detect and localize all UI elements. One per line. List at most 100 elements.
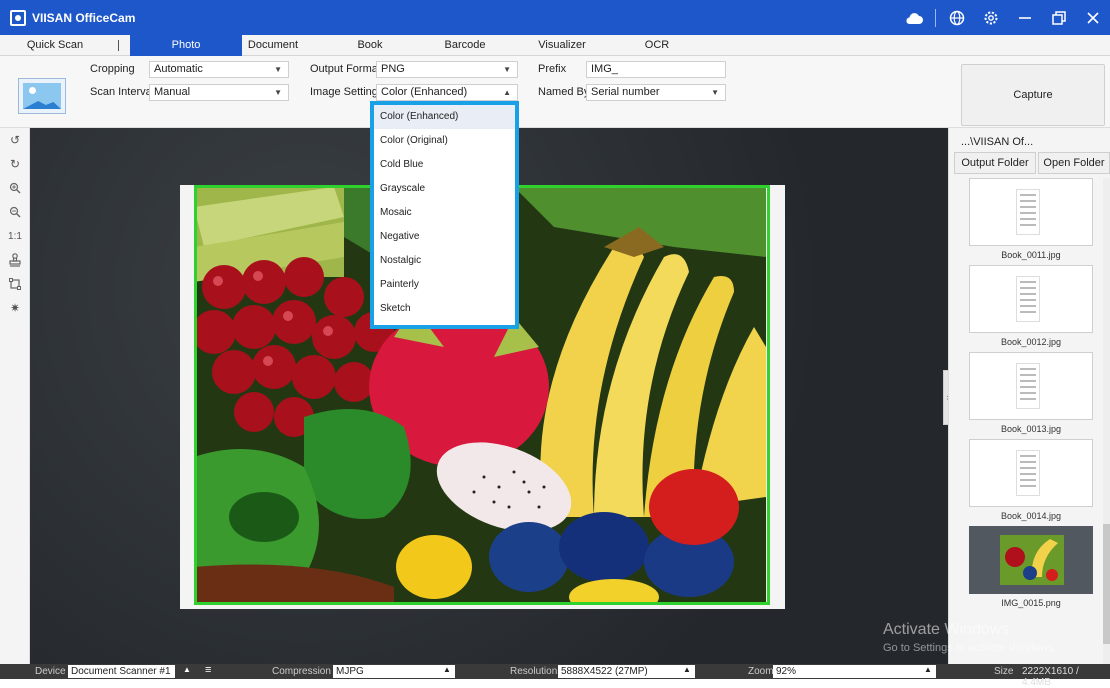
tab-document[interactable]: Document	[242, 35, 304, 56]
option-mosaic[interactable]: Mosaic	[374, 201, 515, 225]
file-name: IMG_0015.png	[1001, 598, 1061, 608]
file-name: Book_0012.jpg	[1000, 337, 1062, 347]
option-grayscale[interactable]: Grayscale	[374, 177, 515, 201]
settings-gear-icon[interactable]	[974, 0, 1008, 35]
option-color-original[interactable]: Color (Original)	[374, 129, 515, 153]
brightness-icon[interactable]: ✷	[0, 296, 30, 320]
activation-watermark-text: Go to Settings to activate Windows.	[883, 642, 1057, 654]
option-color-enhanced[interactable]: Color (Enhanced)	[374, 105, 515, 129]
chevron-down-icon: ▼	[274, 65, 282, 74]
activation-watermark-title: Activate Windows	[883, 621, 1010, 638]
app-logo-icon	[10, 9, 26, 26]
chevron-down-icon: ▼	[274, 88, 282, 97]
tab-quick-scan[interactable]: Quick Scan	[20, 35, 90, 56]
rotate-right-icon[interactable]: ↻	[0, 152, 30, 176]
option-cold-blue[interactable]: Cold Blue	[374, 153, 515, 177]
chevron-up-icon[interactable]: ▲	[924, 665, 932, 674]
zoom-in-icon[interactable]	[0, 176, 30, 200]
named-by-label: Named By	[538, 86, 590, 98]
app-title: VIISAN OfficeCam	[32, 10, 136, 25]
option-sketch[interactable]: Sketch	[374, 297, 515, 321]
capture-button[interactable]: Capture	[961, 64, 1105, 126]
tab-photo[interactable]: Photo	[130, 35, 242, 56]
status-bar: Device Document Scanner #1 ▲ ≡ Compressi…	[0, 664, 1110, 688]
scan-interval-label: Scan Interval	[90, 86, 155, 98]
crop-icon[interactable]	[0, 272, 30, 296]
restore-icon[interactable]	[1042, 0, 1076, 35]
file-thumbnail	[969, 526, 1093, 594]
option-nostalgic[interactable]: Nostalgic	[374, 249, 515, 273]
chevron-down-icon: ▼	[711, 88, 719, 97]
file-item[interactable]: Book_0014.jpg	[969, 439, 1093, 521]
output-format-value: PNG	[381, 63, 405, 75]
file-thumbnail	[969, 439, 1093, 507]
rotate-left-icon[interactable]: ↺	[0, 128, 30, 152]
cropping-value: Automatic	[154, 63, 203, 75]
output-path: ...\VIISAN Of...	[961, 136, 1034, 148]
file-name: Book_0011.jpg	[1001, 250, 1061, 260]
titlebar-separator	[935, 8, 936, 27]
compression-label: Compression	[272, 666, 331, 677]
output-format-select[interactable]: PNG ▼	[376, 61, 518, 78]
file-thumbnail-list: Book_0011.jpg Book_0012.jpg Book_0013.jp…	[949, 178, 1110, 664]
chevron-up-icon[interactable]: ▲	[683, 665, 691, 674]
stamp-icon[interactable]	[0, 248, 30, 272]
image-settings-value: Color (Enhanced)	[381, 86, 468, 98]
file-panel: ...\VIISAN Of... Output Folder Open Fold…	[948, 128, 1110, 664]
scan-interval-value: Manual	[154, 86, 191, 98]
size-value: 2222X1610 / 4.4MB	[1022, 666, 1079, 688]
minimize-icon[interactable]	[1008, 0, 1042, 35]
tab-barcode[interactable]: Barcode	[437, 35, 493, 56]
file-thumbnail	[969, 178, 1093, 246]
named-by-select[interactable]: Serial number ▼	[586, 84, 726, 101]
chevron-up-icon[interactable]: ▲	[443, 665, 451, 674]
option-painterly[interactable]: Painterly	[374, 273, 515, 297]
file-thumbnail	[969, 265, 1093, 333]
device-settings-icon[interactable]: ≡	[205, 664, 211, 676]
photo-mode-icon	[18, 78, 66, 114]
resolution-select[interactable]: 5888X4522 (27MP)	[558, 665, 695, 678]
zoom-out-icon[interactable]	[0, 200, 30, 224]
image-settings-label: Image Settings	[310, 86, 384, 98]
cropping-select[interactable]: Automatic ▼	[149, 61, 289, 78]
title-bar: VIISAN OfficeCam	[0, 0, 1110, 35]
file-item[interactable]: Book_0013.jpg	[969, 352, 1093, 434]
settings-toolbar: Cropping Automatic ▼ Scan Interval Manua…	[0, 56, 1110, 128]
zoom-label: Zoom	[748, 666, 774, 677]
chevron-down-icon: ▼	[503, 65, 511, 74]
prefix-input[interactable]: IMG_	[586, 61, 726, 78]
zoom-select[interactable]: 92%	[773, 665, 936, 678]
file-item-selected[interactable]: IMG_0015.png	[969, 526, 1093, 608]
globe-icon[interactable]	[940, 0, 974, 35]
prefix-label: Prefix	[538, 63, 567, 75]
chevron-up-icon: ▲	[503, 88, 511, 97]
tab-book[interactable]: Book	[345, 35, 395, 56]
chevron-up-icon[interactable]: ▲	[183, 665, 191, 674]
cloud-icon[interactable]	[897, 0, 931, 35]
file-list-scrollbar[interactable]	[1103, 178, 1110, 664]
image-settings-select[interactable]: Color (Enhanced) ▲	[376, 84, 518, 101]
output-format-label: Output Format	[310, 63, 381, 75]
option-negative[interactable]: Negative	[374, 225, 515, 249]
mode-tabs: Quick Scan Photo Document Book Barcode V…	[0, 35, 1110, 56]
resolution-label: Resolution	[510, 666, 558, 677]
file-item[interactable]: Book_0011.jpg	[969, 178, 1093, 260]
device-select[interactable]: Document Scanner #1	[68, 665, 175, 678]
size-label: Size	[994, 666, 1014, 677]
compression-select[interactable]: MJPG	[333, 665, 455, 678]
file-thumbnail	[969, 352, 1093, 420]
file-item[interactable]: Book_0012.jpg	[969, 265, 1093, 347]
tab-divider	[118, 40, 119, 51]
image-settings-dropdown: Color (Enhanced) Color (Original) Cold B…	[370, 101, 519, 329]
actual-size-icon[interactable]: 1:1	[0, 224, 30, 248]
file-name: Book_0013.jpg	[1000, 424, 1062, 434]
tab-ocr[interactable]: OCR	[636, 35, 678, 56]
left-toolbar: ↺ ↻ 1:1 ✷	[0, 128, 30, 664]
output-folder-button[interactable]: Output Folder	[954, 152, 1036, 174]
file-name: Book_0014.jpg	[1000, 511, 1062, 521]
tab-visualizer[interactable]: Visualizer	[532, 35, 592, 56]
close-icon[interactable]	[1076, 0, 1110, 35]
open-folder-button[interactable]: Open Folder	[1038, 152, 1110, 174]
cropping-label: Cropping	[90, 63, 135, 75]
scan-interval-select[interactable]: Manual ▼	[149, 84, 289, 101]
